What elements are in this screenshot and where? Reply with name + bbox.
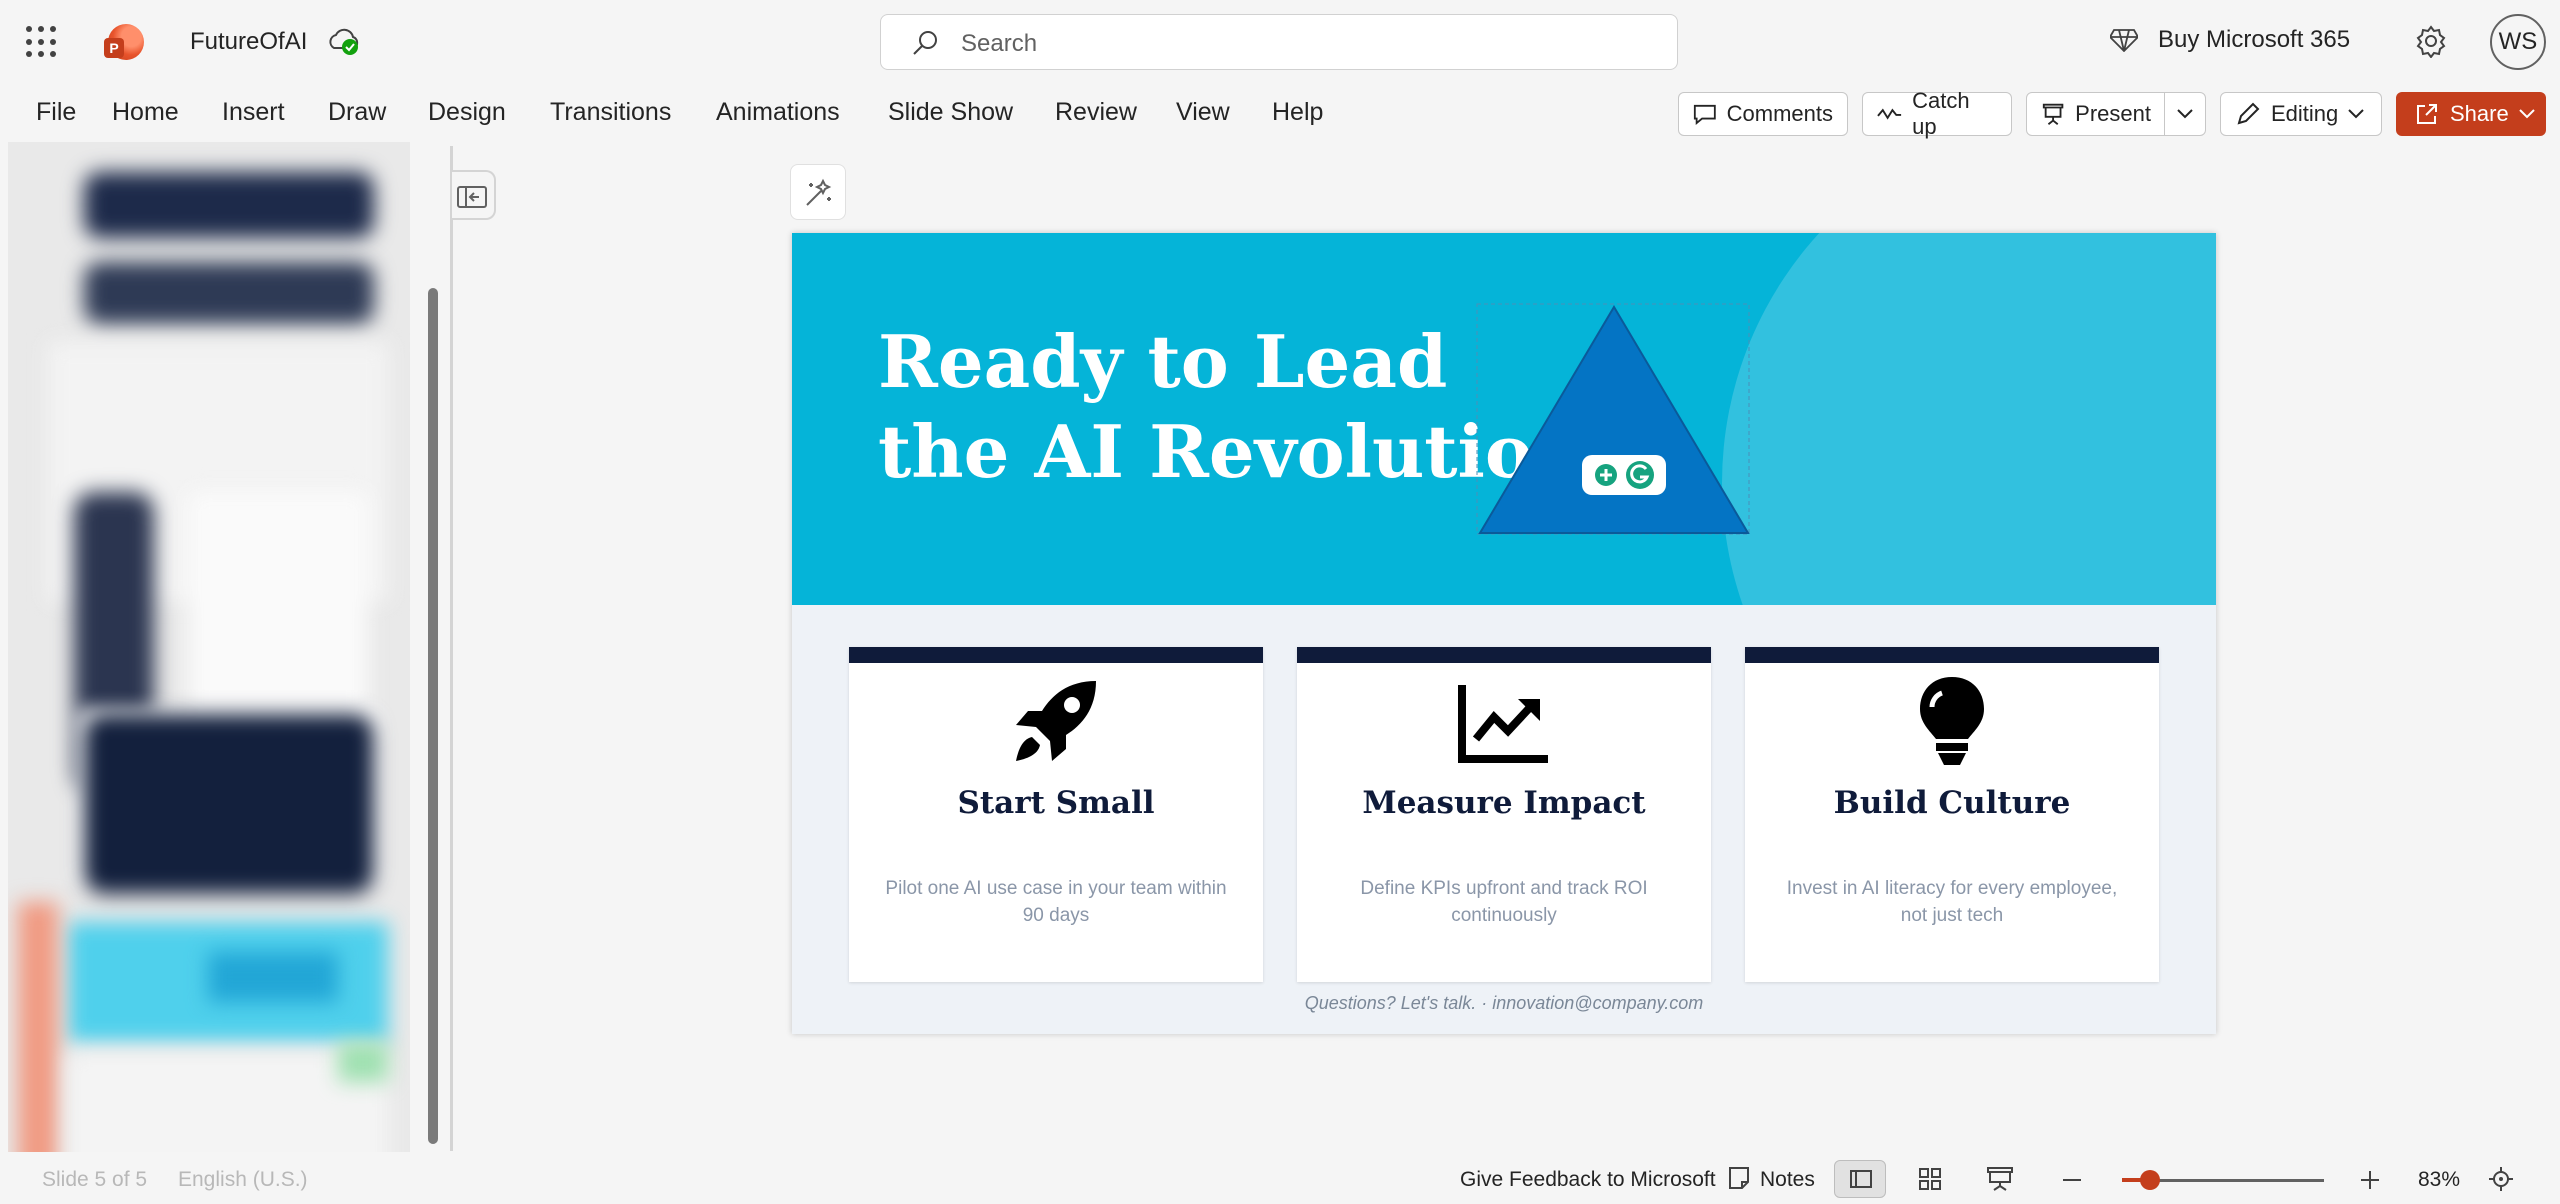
powerpoint-logo-icon: P (104, 24, 144, 60)
comments-button[interactable]: Comments (1678, 92, 1848, 136)
card-title: Start Small (957, 785, 1155, 821)
collapse-pane-button[interactable] (452, 170, 496, 220)
magic-wand-icon (806, 178, 832, 206)
share-label: Share (2450, 101, 2509, 126)
buy-microsoft-365-link[interactable]: Buy Microsoft 365 (2110, 26, 2351, 54)
zoom-in-button[interactable] (2358, 1168, 2382, 1197)
cloud-saved-icon[interactable] (326, 26, 362, 56)
card-title: Build Culture (1833, 785, 2071, 821)
chevron-down-icon (2177, 109, 2193, 119)
normal-view-icon (1850, 1170, 1872, 1188)
language-indicator[interactable]: English (U.S.) (178, 1168, 308, 1192)
menu-file[interactable]: File (36, 98, 76, 127)
grammarly-icon (1595, 461, 1654, 489)
notes-button[interactable]: Notes (1760, 1168, 1815, 1192)
menu-slide-show[interactable]: Slide Show (888, 98, 1013, 127)
card-title: Measure Impact (1362, 785, 1646, 821)
app-launcher-icon[interactable] (26, 26, 58, 58)
plus-icon (2361, 1171, 2379, 1189)
share-icon (2417, 104, 2437, 124)
menu-help[interactable]: Help (1272, 98, 1323, 127)
editing-mode-button[interactable]: Editing (2220, 92, 2382, 136)
card-top-bar (849, 647, 1263, 663)
triangle-shape[interactable] (1476, 303, 1752, 539)
settings-gear-icon[interactable] (2414, 24, 2448, 63)
menu-home[interactable]: Home (112, 98, 179, 127)
editing-label: Editing (2271, 101, 2339, 126)
present-options-button[interactable] (2164, 92, 2206, 136)
fit-to-window-icon[interactable] (2488, 1166, 2514, 1197)
menu-insert[interactable]: Insert (222, 98, 285, 127)
pencil-icon (2237, 102, 2260, 125)
menu-review[interactable]: Review (1055, 98, 1137, 127)
search-box[interactable]: Search (880, 14, 1678, 70)
chevron-down-icon (2519, 109, 2535, 119)
chevron-down-icon (2348, 109, 2364, 119)
search-placeholder: Search (961, 30, 1038, 57)
chart-line-icon (1458, 685, 1548, 763)
card-description: Invest in AI literacy for every employee… (1786, 878, 2118, 926)
notes-icon[interactable] (1728, 1166, 1750, 1195)
search-icon (913, 31, 937, 55)
menu-draw[interactable]: Draw (328, 98, 386, 127)
collapse-panel-icon (457, 186, 487, 208)
catch-up-label: Catch up (1912, 88, 1970, 139)
lightbulb-icon (1920, 677, 1984, 765)
slide-counter[interactable]: Slide 5 of 5 (42, 1168, 147, 1192)
comment-icon (1693, 104, 1716, 126)
status-bar (0, 1152, 2560, 1198)
rocket-icon (1016, 681, 1096, 761)
designer-button[interactable] (790, 164, 846, 220)
slide-footer[interactable]: Questions? Let's talk. · innovation@comp… (792, 993, 2216, 1014)
thumbnails-scrollbar[interactable] (428, 288, 438, 1144)
pane-divider[interactable] (450, 146, 453, 1151)
slide-canvas[interactable]: Ready to Lead the AI Revolution Start Sm… (792, 233, 2216, 1034)
slide-hero-band: Ready to Lead the AI Revolution (792, 233, 2216, 605)
card-description: Pilot one AI use case in your team withi… (885, 878, 1227, 926)
zoom-out-button[interactable] (2060, 1168, 2084, 1197)
present-button[interactable]: Present (2026, 92, 2166, 136)
buy-label: Buy Microsoft 365 (2158, 26, 2351, 53)
slide-thumbnails-pane[interactable] (8, 142, 410, 1198)
menu-design[interactable]: Design (428, 98, 506, 127)
comments-label: Comments (1726, 101, 1833, 126)
zoom-level[interactable]: 83% (2418, 1168, 2460, 1192)
decorative-circle (1722, 233, 2216, 605)
diamond-icon (2110, 29, 2138, 52)
card-top-bar (1745, 647, 2159, 663)
user-avatar[interactable]: WS (2490, 14, 2546, 70)
card-top-bar (1297, 647, 1711, 663)
share-button[interactable]: Share (2396, 92, 2546, 136)
top-bar: P FutureOfAI Search Buy Microsoft 365 WS (0, 0, 2560, 86)
grid-view-icon (1919, 1168, 1941, 1190)
slide-title-line1[interactable]: Ready to Lead (878, 319, 1447, 404)
card-build-culture[interactable]: Build Culture Invest in AI literacy for … (1745, 647, 2159, 982)
menu-transitions[interactable]: Transitions (550, 98, 671, 127)
card-measure-impact[interactable]: Measure Impact Define KPIs upfront and t… (1297, 647, 1711, 982)
slide-sorter-view-button[interactable] (1904, 1160, 1956, 1198)
zoom-slider-handle[interactable] (2140, 1170, 2160, 1190)
give-feedback-link[interactable]: Give Feedback to Microsoft (1460, 1168, 1716, 1192)
menu-animations[interactable]: Animations (716, 98, 840, 127)
present-label: Present (2075, 101, 2151, 126)
normal-view-button[interactable] (1834, 1160, 1886, 1198)
document-title[interactable]: FutureOfAI (190, 28, 307, 56)
present-icon (2042, 103, 2064, 125)
grammarly-widget[interactable] (1582, 455, 1666, 495)
catch-up-button[interactable]: Catch up (1862, 88, 2012, 139)
slideshow-view-icon (1987, 1167, 2013, 1191)
menu-view[interactable]: View (1176, 98, 1230, 127)
card-description: Define KPIs upfront and track ROI contin… (1360, 878, 1648, 926)
activity-icon (1877, 108, 1902, 120)
reading-view-button[interactable] (1974, 1160, 2026, 1198)
minus-icon (2063, 1179, 2081, 1181)
card-start-small[interactable]: Start Small Pilot one AI use case in you… (849, 647, 1263, 982)
